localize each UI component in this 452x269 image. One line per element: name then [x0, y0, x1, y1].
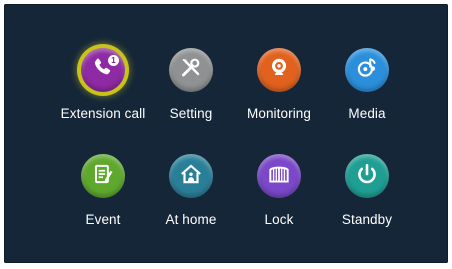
- extension-call-label: Extension call: [60, 106, 146, 121]
- note-icon: [90, 161, 116, 192]
- tools-icon: [178, 55, 204, 86]
- monitoring-label: Monitoring: [246, 106, 312, 121]
- event-label: Event: [85, 212, 121, 227]
- camera-icon: [266, 55, 292, 86]
- lock-label: Lock: [264, 212, 294, 227]
- monitoring-button[interactable]: [257, 48, 301, 92]
- music-disc-icon: [354, 55, 380, 86]
- extension-call-button[interactable]: 1: [81, 48, 125, 92]
- setting-label: Setting: [169, 106, 213, 121]
- media-label: Media: [348, 106, 386, 121]
- event-button[interactable]: [81, 154, 125, 198]
- standby-button[interactable]: [345, 154, 389, 198]
- menu-item-media[interactable]: Media: [312, 48, 422, 121]
- standby-label: Standby: [341, 212, 393, 227]
- at-home-label: At home: [165, 212, 217, 227]
- home-icon: [178, 161, 204, 192]
- power-icon: [354, 161, 380, 192]
- call-count-badge: 1: [108, 55, 119, 66]
- lock-button[interactable]: [257, 154, 301, 198]
- media-button[interactable]: [345, 48, 389, 92]
- gate-icon: [266, 161, 292, 192]
- menu-item-standby[interactable]: Standby: [312, 154, 422, 227]
- at-home-button[interactable]: [169, 154, 213, 198]
- intercom-screen: 1 Extension call Setting Monitoring Medi…: [4, 4, 448, 263]
- setting-button[interactable]: [169, 48, 213, 92]
